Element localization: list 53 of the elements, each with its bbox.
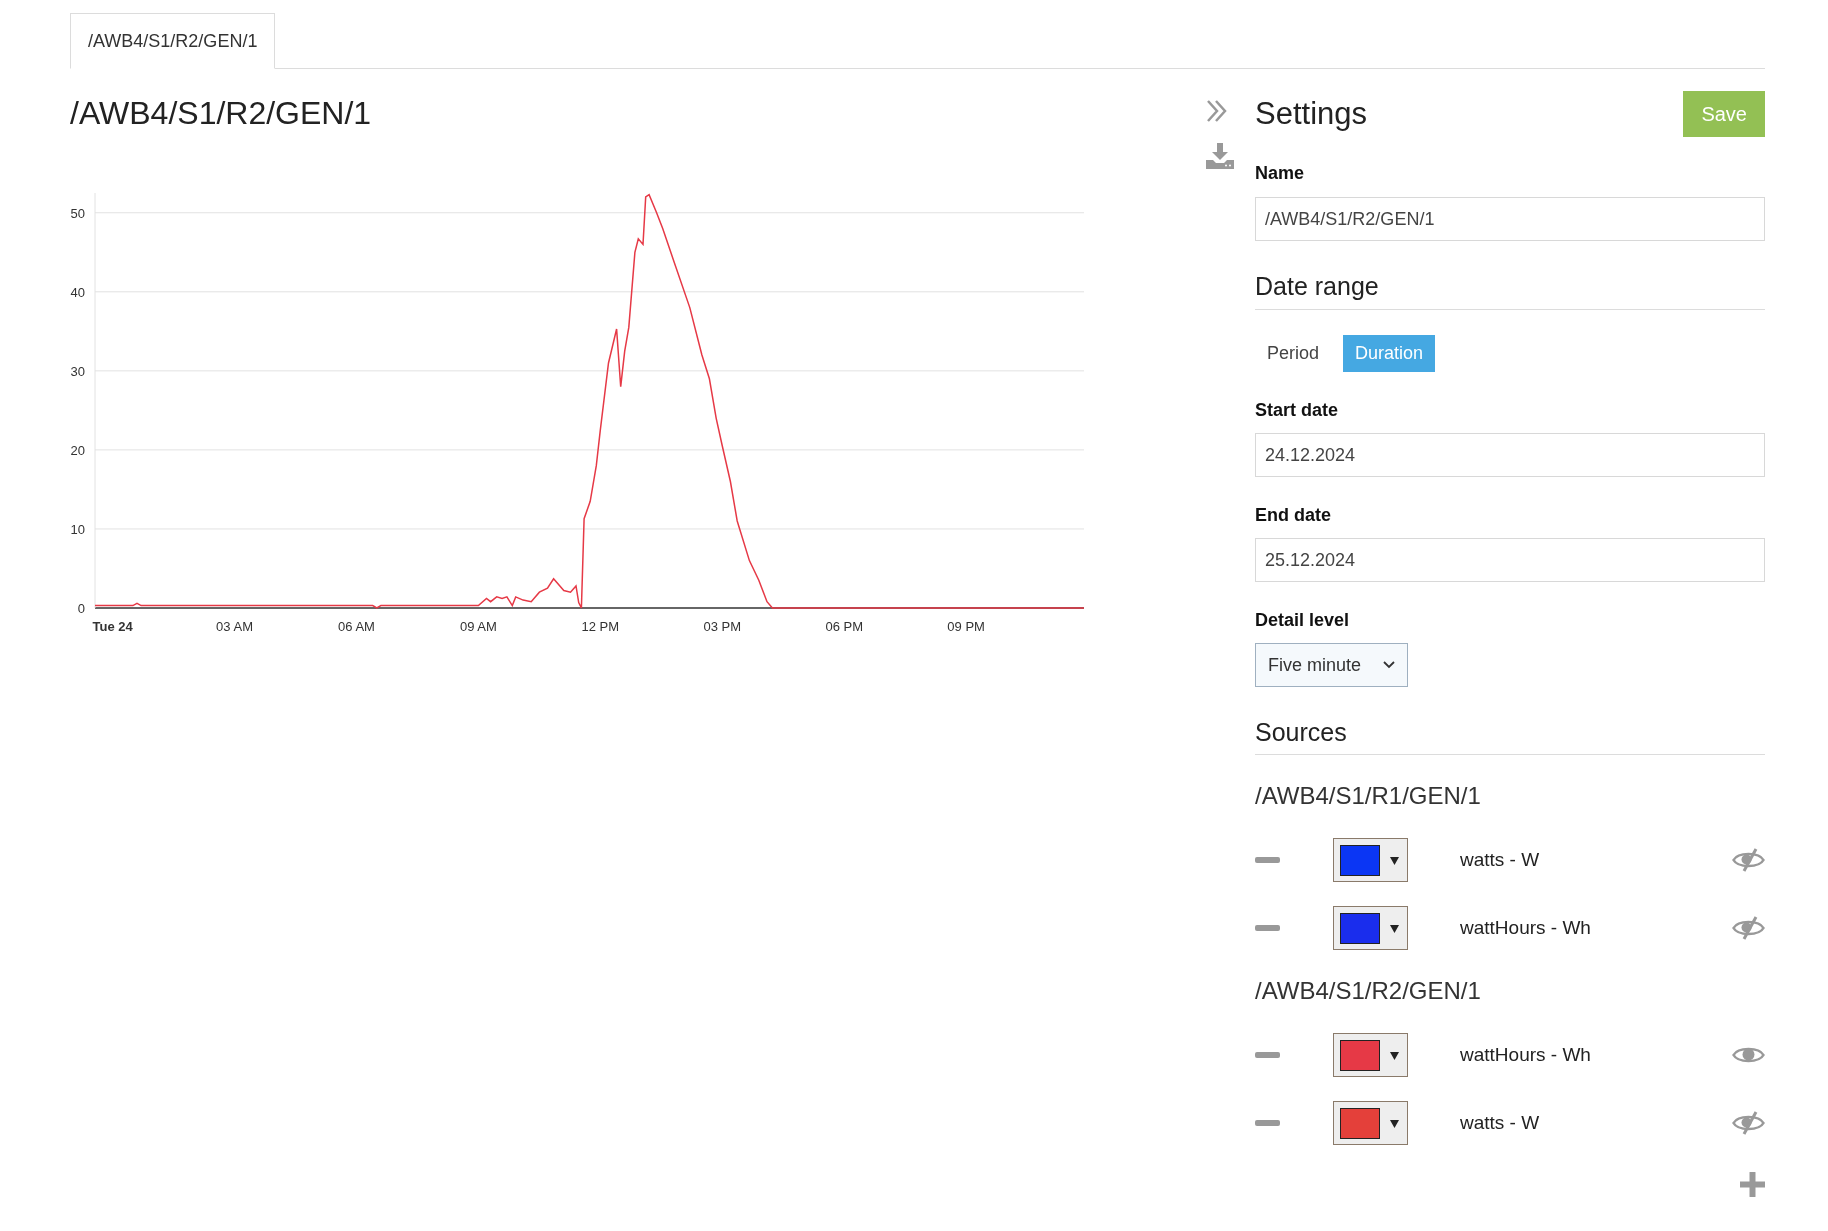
caret-icon	[1390, 855, 1399, 865]
source-name: /AWB4/S1/R2/GEN/1	[1255, 976, 1482, 1006]
color-picker[interactable]	[1333, 906, 1408, 950]
caret-icon	[1390, 1050, 1399, 1060]
eye-slash-icon[interactable]	[1732, 848, 1765, 872]
double-chevron-icon[interactable]	[1206, 99, 1228, 123]
series-label: watts - W	[1460, 847, 1541, 872]
series-label: wattHours - Wh	[1460, 1042, 1592, 1067]
remove-button[interactable]	[1255, 925, 1280, 931]
x-axis-label: 03 PM	[703, 619, 742, 634]
color-picker[interactable]	[1333, 1101, 1408, 1145]
detail-level-dropdown[interactable]: Five minute	[1255, 643, 1408, 687]
remove-button[interactable]	[1255, 857, 1280, 863]
source-name: /AWB4/S1/R1/GEN/1	[1255, 781, 1482, 811]
text-field[interactable]: /AWB4/S1/R2/GEN/1	[1255, 197, 1765, 241]
color-picker[interactable]	[1333, 838, 1408, 882]
x-axis-label: 12 PM	[581, 619, 620, 634]
caret-icon	[1390, 1118, 1399, 1128]
tab[interactable]: /AWB4/S1/R2/GEN/1	[70, 13, 276, 69]
section-heading: Date range	[1255, 271, 1765, 310]
x-axis-label: 03 AM	[216, 619, 253, 634]
series-label: watts - W	[1460, 1110, 1541, 1135]
text-field[interactable]: 24.12.2024	[1255, 433, 1765, 477]
caret-icon	[1390, 923, 1399, 933]
field-label: Detail level	[1255, 610, 1351, 630]
x-axis-label: 09 PM	[947, 619, 985, 634]
y-axis-label: 20	[70, 442, 85, 458]
settings-title: Settings	[1255, 94, 1367, 133]
remove-button[interactable]	[1255, 1052, 1280, 1058]
y-axis-label: 30	[70, 363, 85, 379]
color-picker[interactable]	[1333, 1033, 1408, 1077]
field-label: End date	[1255, 505, 1332, 525]
text-field[interactable]: 25.12.2024	[1255, 538, 1765, 582]
download-icon[interactable]	[1206, 143, 1234, 169]
remove-button[interactable]	[1255, 1120, 1280, 1126]
series-label: wattHours - Wh	[1460, 915, 1592, 940]
eye-slash-icon[interactable]	[1732, 916, 1765, 940]
y-axis-label: 50	[70, 205, 85, 221]
chevron-down-icon	[1383, 661, 1395, 669]
x-axis-label: Tue 24	[92, 619, 133, 634]
field-label: Name	[1255, 163, 1306, 183]
dropdown-value: Five minute	[1268, 653, 1362, 677]
y-axis-label: 40	[70, 284, 85, 300]
x-axis-label: 06 AM	[338, 619, 375, 634]
section-heading: Sources	[1255, 717, 1765, 755]
eye-slash-icon[interactable]	[1732, 1111, 1765, 1135]
field-label: Start date	[1255, 400, 1340, 420]
add-icon[interactable]	[1740, 1172, 1765, 1197]
x-axis-label: 09 AM	[460, 619, 497, 634]
page-title: /AWB4/S1/R2/GEN/1	[70, 94, 373, 133]
y-axis-label: 10	[70, 521, 85, 537]
x-axis-label: 06 PM	[825, 619, 863, 634]
y-axis-label: 0	[77, 601, 85, 616]
